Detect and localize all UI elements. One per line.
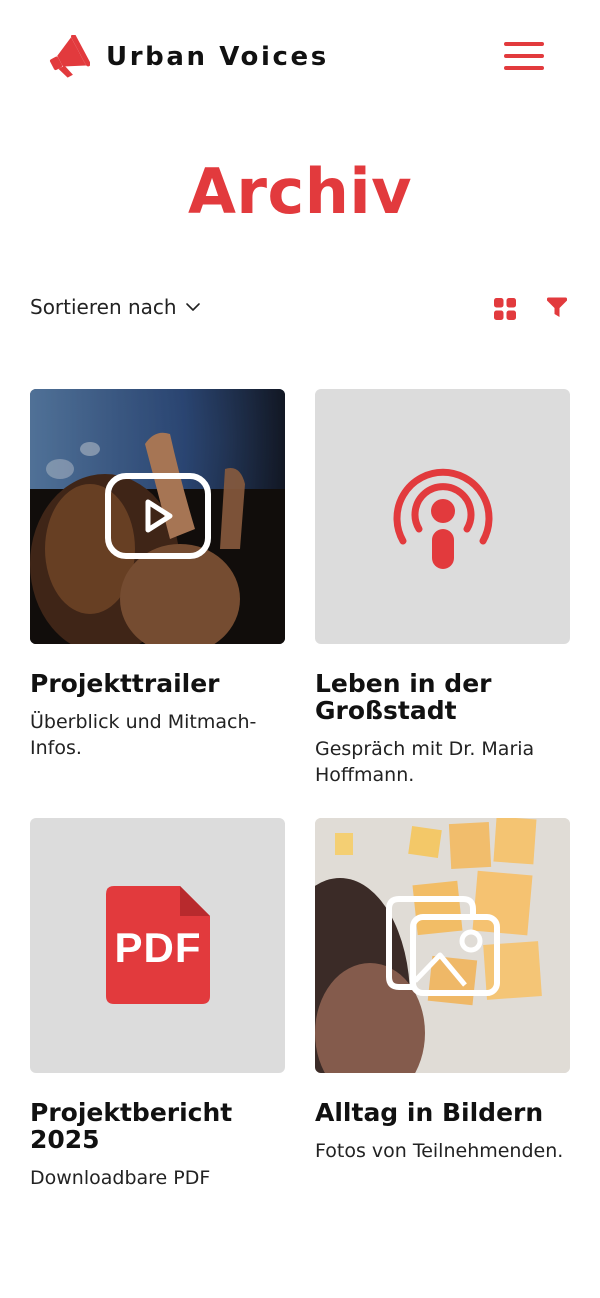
archive-item-video[interactable]: Projekttrailer Überblick und Mitmach-Inf…	[30, 389, 285, 761]
filter-icon[interactable]	[546, 297, 568, 319]
brand-name: Urban Voices	[106, 42, 329, 72]
megaphone-icon	[49, 35, 90, 78]
item-description: Fotos von Teilnehmenden.	[315, 1140, 564, 1162]
chevron-down-icon	[185, 303, 200, 311]
pdf-thumbnail[interactable]: PDF	[30, 818, 285, 1073]
menu-button[interactable]	[502, 40, 546, 72]
item-description: Downloadbare PDF	[30, 1167, 211, 1189]
item-title[interactable]: Alltag in Bildern	[315, 1099, 570, 1126]
toolbar: Sortieren nach	[30, 288, 570, 330]
item-description: Gespräch mit Dr. Maria Hoffmann.	[315, 738, 535, 786]
gallery-icon	[386, 896, 500, 996]
gallery-thumbnail[interactable]	[315, 818, 570, 1073]
item-title[interactable]: Projektbericht 2025	[30, 1099, 285, 1153]
brand-logo[interactable]: Urban Voices	[46, 35, 329, 79]
podcast-thumbnail[interactable]	[315, 389, 570, 644]
podcast-icon	[393, 468, 493, 569]
item-title[interactable]: Projekttrailer	[30, 670, 285, 697]
page-title: Archiv	[187, 155, 413, 228]
pdf-icon-label: PDF	[114, 924, 202, 971]
item-description: Überblick und Mitmach-Infos.	[30, 711, 257, 759]
hamburger-menu-icon	[504, 42, 544, 46]
sort-label: Sortieren nach	[30, 295, 177, 319]
item-title[interactable]: Leben in der Großstadt	[315, 670, 570, 724]
video-thumbnail[interactable]	[30, 389, 285, 644]
archive-item-gallery[interactable]: Alltag in Bildern Fotos von Teilnehmende…	[315, 818, 570, 1164]
play-icon	[105, 473, 211, 559]
archive-item-pdf[interactable]: PDF Projektbericht 2025 Downloadbare PDF	[30, 818, 285, 1191]
header: Urban Voices	[0, 0, 600, 112]
grid-view-icon[interactable]	[493, 297, 517, 321]
archive-item-podcast[interactable]: Leben in der Großstadt Gespräch mit Dr. …	[315, 389, 570, 788]
sort-dropdown[interactable]: Sortieren nach	[30, 295, 201, 319]
